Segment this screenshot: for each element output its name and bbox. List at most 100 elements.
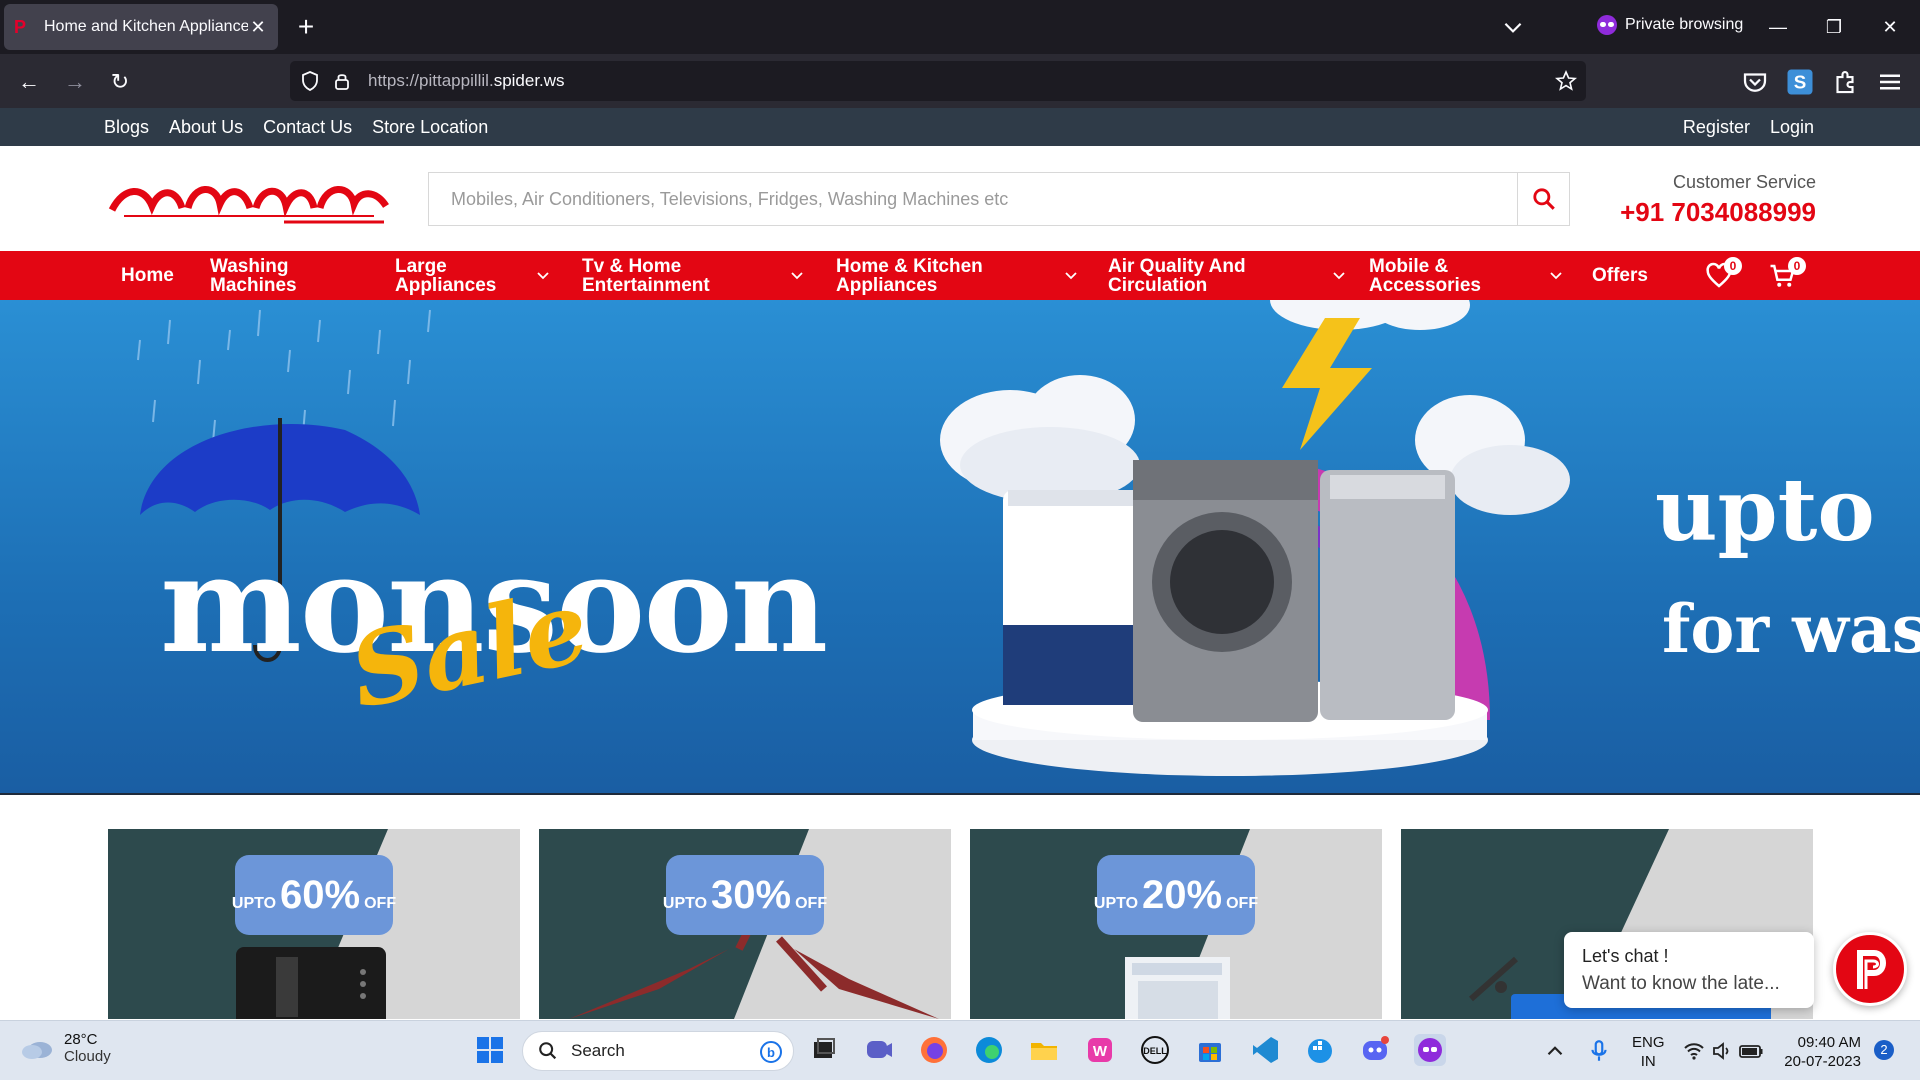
chat-popup[interactable]: Let's chat ! Want to know the late... [1564, 932, 1814, 1008]
customer-service-phone[interactable]: +91 7034088999 [1620, 197, 1816, 228]
back-button[interactable]: ← [12, 65, 46, 99]
discount-pre: UPTO [662, 895, 708, 912]
bookmark-star-icon[interactable] [1554, 69, 1578, 93]
weather-widget[interactable]: 28°C Cloudy [20, 1031, 111, 1065]
menu-label-line2: Appliances [395, 274, 497, 296]
forward-button[interactable]: → [58, 65, 92, 99]
contact-us-link[interactable]: Contact Us [263, 117, 352, 138]
cart-count-badge: 0 [1788, 257, 1806, 275]
browser-navigation-bar: ← → ↻ https://pittappillil.spider.ws S [0, 54, 1920, 108]
firefox-icon[interactable] [918, 1034, 950, 1066]
menu-home[interactable]: Home [121, 251, 174, 300]
url-text: https://pittappillil.spider.ws [368, 71, 565, 91]
menu-label-line2: Machines [210, 274, 297, 296]
private-browsing-indicator: Private browsing [1597, 15, 1743, 35]
notification-count-badge[interactable]: 2 [1874, 1040, 1894, 1060]
about-us-link[interactable]: About Us [169, 117, 243, 138]
svg-text:S: S [1794, 71, 1807, 92]
address-bar[interactable]: https://pittappillil.spider.ws [290, 61, 1586, 101]
menu-label-line1: Home & Kitchen [836, 255, 983, 277]
edge-icon[interactable] [973, 1034, 1005, 1066]
vscode-icon[interactable] [1249, 1034, 1281, 1066]
offer-card-coolers[interactable]: UPTO 20% OFF [970, 829, 1382, 1019]
wifi-icon[interactable] [1682, 1039, 1706, 1063]
menu-label-line2: Appliances [836, 274, 938, 296]
teams-chat-icon[interactable] [863, 1034, 895, 1066]
menu-offers[interactable]: Offers [1592, 251, 1648, 300]
private-browsing-label: Private browsing [1625, 16, 1744, 33]
chat-message: Want to know the late... [1582, 973, 1780, 994]
docker-icon[interactable] [1304, 1034, 1336, 1066]
restore-window-button[interactable]: ❐ [1814, 10, 1854, 44]
minimize-window-button[interactable]: — [1758, 10, 1798, 44]
pocket-icon[interactable] [1740, 67, 1770, 97]
menu-home-label: Home [121, 265, 174, 286]
clock[interactable]: 09:40 AM 20-07-2023 [1781, 1033, 1861, 1071]
menu-label-line2: Entertainment [582, 274, 710, 296]
clock-date: 20-07-2023 [1784, 1053, 1861, 1070]
extension-s-icon[interactable]: S [1785, 67, 1815, 97]
svg-text:b: b [767, 1045, 775, 1060]
new-tab-button[interactable]: + [290, 10, 322, 44]
banner-bottom-border [0, 793, 1920, 795]
menu-tv-home-entertainment[interactable]: Tv & Home Entertainment [582, 251, 804, 300]
discord-icon[interactable] [1359, 1034, 1391, 1066]
battery-icon[interactable] [1738, 1039, 1764, 1063]
offer-card-fans[interactable]: UPTO 30% OFF [539, 829, 951, 1019]
menu-mobile-accessories[interactable]: Mobile & Accessories [1369, 251, 1563, 300]
taskbar-search[interactable]: Search b [522, 1031, 794, 1071]
extensions-puzzle-icon[interactable] [1830, 67, 1860, 97]
application-menu-icon[interactable] [1875, 67, 1905, 97]
menu-air-quality-circulation[interactable]: Air Quality And Circulation [1108, 251, 1346, 300]
discount-post: OFF [364, 895, 397, 912]
list-all-tabs-icon[interactable] [1500, 14, 1526, 40]
store-location-link[interactable]: Store Location [372, 117, 488, 138]
blogs-link[interactable]: Blogs [104, 117, 149, 138]
firefox-private-icon[interactable] [1414, 1034, 1446, 1066]
wishlist-count-badge: 0 [1724, 257, 1742, 275]
dell-icon[interactable]: DELL [1139, 1034, 1171, 1066]
menu-label-line2: Circulation [1108, 274, 1208, 296]
windows-start-icon[interactable] [474, 1034, 506, 1066]
input-language[interactable]: ENG IN [1632, 1033, 1665, 1071]
login-link[interactable]: Login [1770, 117, 1814, 138]
browser-tab-active[interactable]: P Home and Kitchen Appliances ✕ [4, 4, 278, 50]
menu-large-appliances[interactable]: Large Appliances [395, 251, 550, 300]
chevron-down-icon [791, 272, 803, 280]
monsoon-sale-banner[interactable]: monsoon Sale upto for was [0, 300, 1920, 794]
chevron-up-icon[interactable] [1542, 1038, 1568, 1064]
menu-home-kitchen-appliances[interactable]: Home & Kitchen Appliances [836, 251, 1078, 300]
pittappillil-logo[interactable] [104, 166, 394, 236]
bing-icon[interactable]: b [759, 1040, 783, 1064]
site-favicon-icon: P [14, 17, 27, 37]
search-button[interactable] [1517, 173, 1569, 225]
file-explorer-icon[interactable] [1028, 1034, 1060, 1066]
menu-label-line1: Air Quality And [1108, 255, 1246, 277]
url-domain: spider.ws [493, 71, 565, 90]
menu-label-line1: Large [395, 255, 447, 277]
lock-icon[interactable] [330, 69, 354, 93]
discount-post: OFF [795, 895, 828, 912]
offer-card-water-purifiers[interactable]: UPTO 60% OFF [108, 829, 520, 1019]
search-icon [539, 1042, 557, 1060]
microphone-icon[interactable] [1586, 1038, 1612, 1064]
chat-launcher-button[interactable] [1833, 932, 1907, 1006]
menu-washing-machines[interactable]: Washing Machines [210, 251, 297, 300]
close-tab-icon[interactable]: ✕ [248, 17, 268, 38]
register-link[interactable]: Register [1683, 117, 1750, 138]
search-input[interactable] [429, 173, 1517, 225]
reload-button[interactable]: ↻ [103, 65, 137, 99]
svg-text:W: W [1093, 1043, 1108, 1060]
task-view-icon[interactable] [808, 1034, 840, 1066]
tracking-protection-shield-icon[interactable] [298, 69, 322, 93]
close-window-button[interactable]: ✕ [1870, 10, 1910, 44]
menu-label-line2: Accessories [1369, 274, 1481, 296]
volume-icon[interactable] [1710, 1039, 1734, 1063]
product-search-bar [428, 172, 1570, 226]
discount-badge: UPTO 60% OFF [231, 855, 397, 935]
discount-badge: UPTO 30% OFF [662, 855, 828, 935]
chevron-down-icon [1550, 272, 1562, 280]
discount-pre: UPTO [231, 895, 277, 912]
wps-office-icon[interactable]: W [1084, 1034, 1116, 1066]
microsoft-store-icon[interactable] [1194, 1034, 1226, 1066]
